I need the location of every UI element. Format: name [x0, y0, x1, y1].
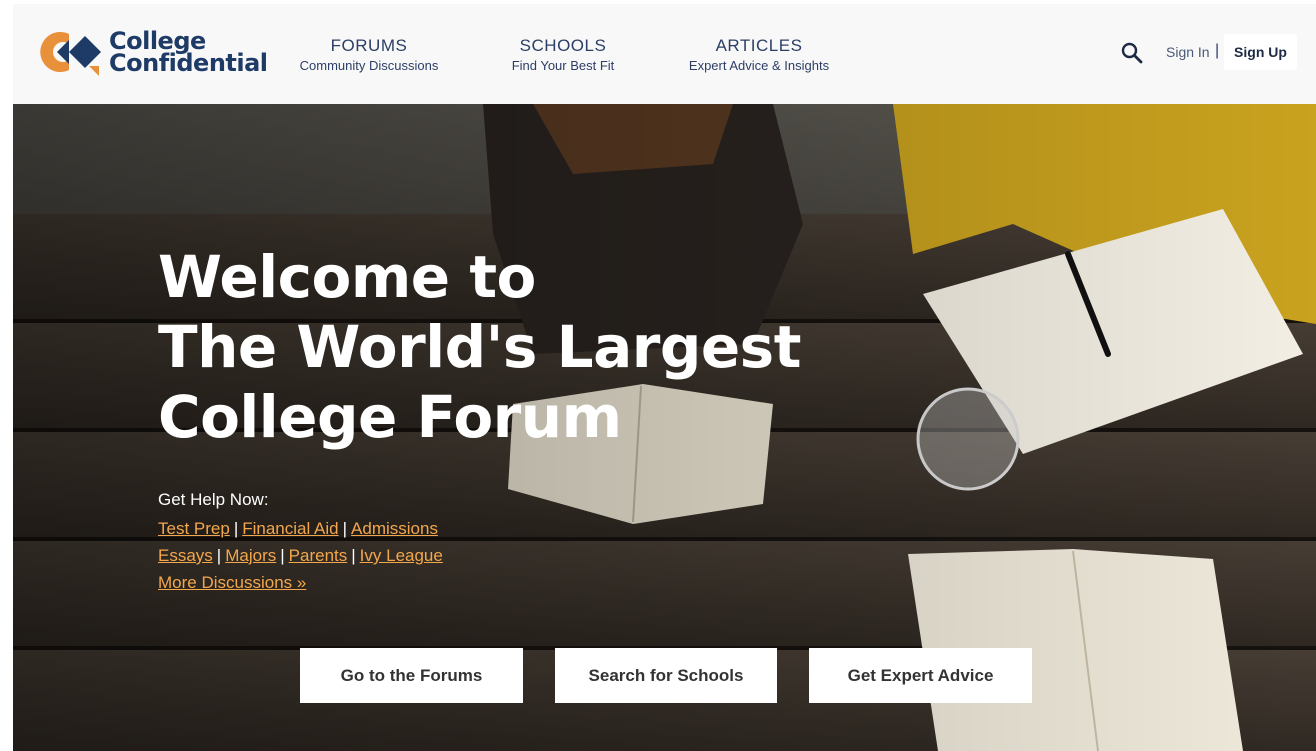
link-ivy-league[interactable]: Ivy League — [360, 546, 443, 565]
site-header: College Confidential FORUMS Community Di… — [13, 4, 1316, 104]
hero-headline-line-3: College Forum — [158, 383, 622, 451]
logo-line-2: Confidential — [109, 48, 268, 77]
hero-headline-line-2: The World's Largest — [158, 313, 801, 381]
link-separator: | — [233, 519, 239, 538]
link-financial-aid[interactable]: Financial Aid — [242, 519, 338, 538]
nav-schools-subtitle: Find Your Best Fit — [511, 58, 615, 73]
link-separator: | — [216, 546, 222, 565]
nav-forums-title: FORUMS — [330, 36, 408, 55]
sign-up-button[interactable]: Sign Up — [1224, 34, 1297, 70]
nav-schools-title: SCHOOLS — [519, 36, 607, 55]
help-links-row-2: Essays | Majors | Parents | Ivy League — [158, 542, 443, 569]
nav-articles-subtitle: Expert Advice & Insights — [688, 58, 830, 73]
site-logo[interactable]: College Confidential — [35, 24, 268, 79]
help-links: Test Prep | Financial Aid | Admissions Essay… — [158, 515, 443, 596]
go-to-forums-button[interactable]: Go to the Forums — [300, 648, 523, 703]
nav-forums-subtitle: Community Discussions — [299, 58, 439, 73]
link-test-prep[interactable]: Test Prep — [158, 519, 230, 538]
link-majors[interactable]: Majors — [225, 546, 276, 565]
hero-headline: Welcome to The World's Largest College F… — [158, 242, 801, 452]
header-divider: | — [1215, 42, 1220, 59]
search-schools-button[interactable]: Search for Schools — [555, 648, 777, 703]
hero-section: Welcome to The World's Largest College F… — [13, 104, 1316, 751]
get-help-label: Get Help Now: — [158, 490, 269, 509]
help-links-row-1: Test Prep | Financial Aid | Admissions — [158, 515, 443, 542]
nav-schools[interactable]: SCHOOLS Find Your Best Fit — [507, 36, 619, 73]
nav-forums[interactable]: FORUMS Community Discussions — [292, 36, 446, 73]
link-parents[interactable]: Parents — [289, 546, 348, 565]
search-icon[interactable] — [1120, 41, 1144, 65]
nav-articles-title: ARTICLES — [715, 36, 803, 55]
nav-articles[interactable]: ARTICLES Expert Advice & Insights — [681, 36, 837, 73]
hero-headline-line-1: Welcome to — [158, 243, 536, 311]
link-separator: | — [351, 546, 356, 565]
get-expert-advice-button[interactable]: Get Expert Advice — [809, 648, 1032, 703]
help-links-row-3: More Discussions » — [158, 569, 443, 596]
link-separator: | — [280, 546, 285, 565]
link-essays[interactable]: Essays — [158, 546, 213, 565]
logo-text: College Confidential — [109, 29, 268, 77]
sign-in-link[interactable]: Sign In — [1166, 44, 1210, 60]
link-admissions[interactable]: Admissions — [351, 519, 438, 538]
link-separator: | — [342, 519, 348, 538]
logo-icon — [35, 26, 101, 78]
link-more-discussions[interactable]: More Discussions » — [158, 573, 306, 592]
